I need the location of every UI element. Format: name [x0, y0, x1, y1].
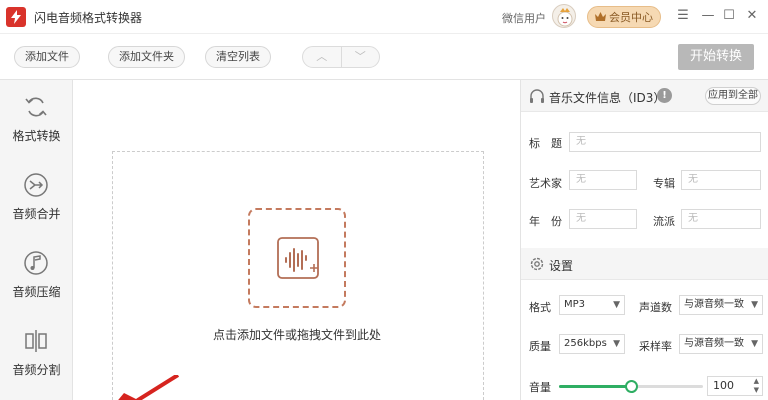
chevron-down-icon: ▼ [613, 339, 620, 349]
music-info-title: 音乐文件信息（ID3） [549, 91, 666, 105]
title-bar: 闪电音频格式转换器 微信用户 会员中心 ☰ — ☐ ✕ [0, 0, 768, 34]
samplerate-value: 与源音频一致 [684, 338, 744, 349]
sidebar: 格式转换 音频合并 音频压缩 音频分割 [0, 80, 73, 400]
move-up-icon[interactable]: ︿ [303, 47, 342, 67]
artist-label: 艺术家 [529, 177, 562, 190]
sidebar-item-label: 格式转换 [12, 129, 61, 143]
sidebar-item-label: 音频压缩 [12, 285, 61, 299]
chevron-down-icon: ▼ [613, 300, 620, 310]
move-down-icon[interactable]: ﹀ [342, 47, 380, 67]
merge-icon [24, 173, 48, 197]
volume-slider-fill [559, 385, 631, 388]
sidebar-item-label: 音频合并 [12, 207, 61, 221]
maximize-icon[interactable]: ☐ [721, 8, 737, 24]
user-name[interactable]: 微信用户 [502, 10, 546, 26]
toolbar: 添加文件 添加文件夹 清空列表 ︿ ﹀ 开始转换 [0, 34, 768, 80]
settings-title: 设置 [549, 259, 574, 273]
artist-field[interactable]: 无 [569, 170, 637, 190]
samplerate-select[interactable]: 与源音频一致 ▼ [679, 334, 763, 354]
app-logo-icon [6, 7, 26, 27]
chevron-down-icon: ▼ [751, 300, 758, 310]
menu-icon[interactable]: ☰ [675, 8, 691, 24]
app-title: 闪电音频格式转换器 [34, 11, 143, 25]
clear-list-button[interactable]: 清空列表 [205, 46, 271, 68]
quality-select[interactable]: 256kbps ▼ [559, 334, 625, 354]
format-value: MP3 [564, 299, 586, 310]
add-audio-file-icon[interactable] [248, 208, 346, 308]
format-label: 格式 [529, 301, 551, 314]
music-note-icon [24, 251, 48, 275]
close-icon[interactable]: ✕ [744, 8, 760, 24]
member-center-label: 会员中心 [609, 11, 653, 24]
properties-panel: 音乐文件信息（ID3） ! 应用到全部 标 题 无 艺术家 无 专辑 无 年 份… [520, 80, 768, 400]
start-convert-button[interactable]: 开始转换 [678, 44, 754, 70]
volume-stepper-icon[interactable]: ▲ ▼ [754, 377, 759, 395]
crown-icon [595, 11, 606, 24]
album-field[interactable]: 无 [681, 170, 761, 190]
volume-slider[interactable] [559, 380, 703, 393]
channels-label: 声道数 [639, 301, 672, 314]
volume-slider-thumb[interactable] [625, 380, 638, 393]
volume-input[interactable]: 100 ▲ ▼ [707, 376, 763, 396]
volume-label: 音量 [529, 381, 551, 394]
sidebar-item-audio-split[interactable]: 音频分割 [0, 314, 73, 390]
sidebar-item-audio-compress[interactable]: 音频压缩 [0, 236, 73, 312]
volume-value: 100 [713, 379, 734, 392]
genre-label: 流派 [653, 215, 675, 228]
samplerate-label: 采样率 [639, 340, 672, 353]
channels-select[interactable]: 与源音频一致 ▼ [679, 295, 763, 315]
drop-hint: 点击添加文件或拖拽文件到此处 [212, 328, 381, 342]
move-buttons: ︿ ﹀ [302, 46, 380, 68]
red-arrow-annotation [118, 375, 180, 400]
sidebar-item-label: 音频分割 [12, 363, 61, 377]
music-info-header: 音乐文件信息（ID3） ! 应用到全部 [521, 80, 768, 112]
year-label: 年 份 [529, 215, 562, 228]
info-icon[interactable]: ! [657, 88, 672, 103]
sidebar-item-audio-merge[interactable]: 音频合并 [0, 158, 73, 234]
file-list-area: 点击添加文件或拖拽文件到此处 [74, 80, 520, 400]
split-icon [25, 330, 47, 352]
format-select[interactable]: MP3 ▼ [559, 295, 625, 315]
add-folder-button[interactable]: 添加文件夹 [108, 46, 185, 68]
avatar[interactable] [552, 4, 576, 28]
genre-field[interactable]: 无 [681, 209, 761, 229]
year-field[interactable]: 无 [569, 209, 637, 229]
member-center-button[interactable]: 会员中心 [587, 6, 661, 28]
gear-icon [530, 257, 544, 271]
title-field[interactable]: 无 [569, 132, 761, 152]
sidebar-item-format-convert[interactable]: 格式转换 [0, 80, 73, 156]
settings-header: 设置 [521, 248, 768, 280]
refresh-icon [25, 97, 47, 117]
apply-all-button[interactable]: 应用到全部 [705, 87, 761, 105]
quality-label: 质量 [529, 340, 551, 353]
quality-value: 256kbps [564, 338, 607, 349]
channels-value: 与源音频一致 [684, 299, 744, 310]
minimize-icon[interactable]: — [700, 8, 716, 24]
chevron-down-icon: ▼ [751, 339, 758, 349]
add-file-button[interactable]: 添加文件 [14, 46, 80, 68]
album-label: 专辑 [653, 177, 675, 190]
headphones-icon [530, 89, 544, 103]
title-label: 标 题 [529, 137, 562, 150]
